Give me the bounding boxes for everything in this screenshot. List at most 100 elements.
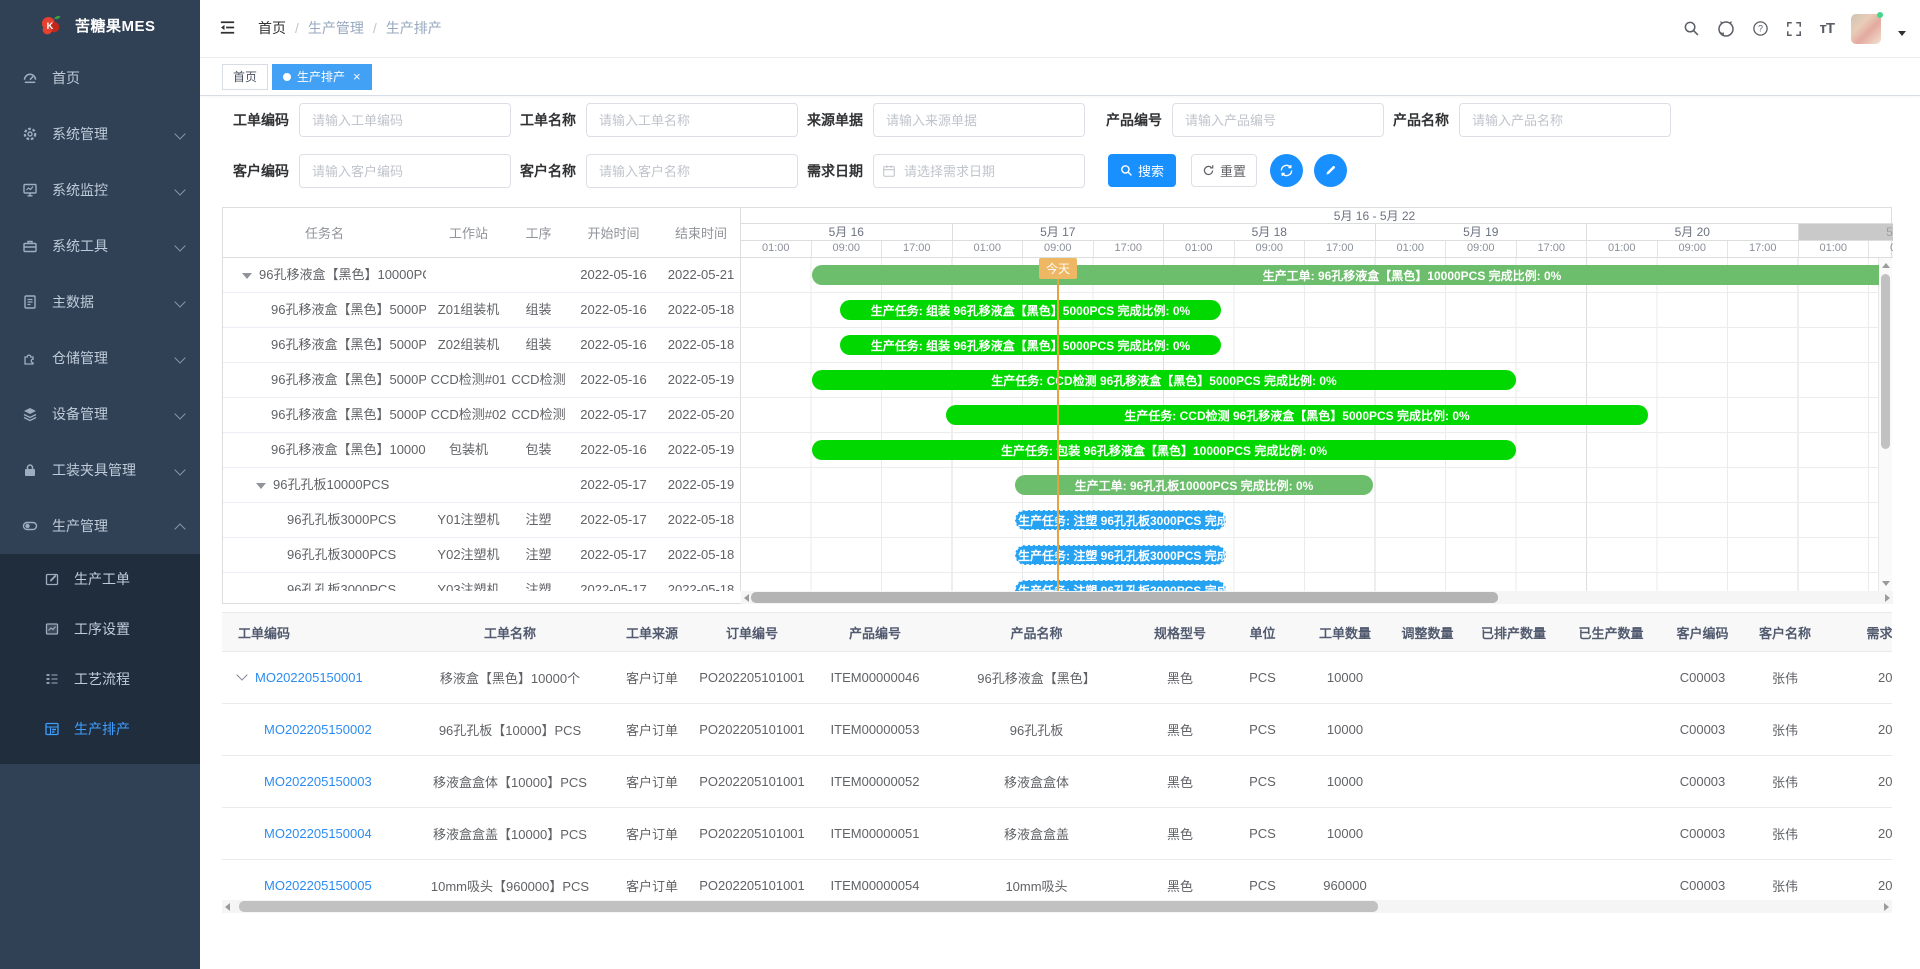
font-size-icon[interactable]: тT (1819, 20, 1834, 37)
task-name: 96孔孔板3000PCS (287, 512, 396, 527)
avatar[interactable] (1851, 14, 1881, 44)
gantt-bar[interactable]: 生产工单: 96孔移液盒【黑色】10000PCS 完成比例: 0% (812, 265, 1879, 285)
gantt-bar[interactable]: 生产任务: 注塑 96孔孔板3000PCS 完成比例: 0% (1015, 580, 1226, 591)
work-order-code-input[interactable] (299, 103, 511, 137)
customer-code-input[interactable] (299, 154, 511, 188)
orders-col-header: 工单来源 (612, 613, 692, 652)
breadcrumb-production[interactable]: 生产管理 (308, 18, 364, 38)
sidebar-item-equipment[interactable]: 设备管理 (0, 386, 200, 442)
start-time-cell: 2022-05-16 (566, 433, 661, 467)
gantt-day-row: 5月 165月 175月 185月 195月 205月 21 (741, 224, 1893, 241)
workstation-cell: Y03注塑机 (426, 573, 511, 591)
gantt-vertical-scrollbar[interactable] (1878, 258, 1892, 591)
filter-label: 来源单据 (807, 110, 865, 130)
search-icon[interactable] (1683, 20, 1700, 37)
table-horizontal-scrollbar[interactable] (222, 900, 1892, 913)
help-icon[interactable]: ? (1752, 20, 1769, 37)
svg-text:K: K (47, 21, 54, 31)
reset-button[interactable]: 重置 (1191, 154, 1257, 187)
scrollbar-thumb[interactable] (239, 901, 1378, 912)
breadcrumb-scheduling[interactable]: 生产排产 (386, 18, 442, 38)
edit-button[interactable] (1314, 154, 1347, 187)
chevron-down-icon (174, 464, 185, 475)
task-name-cell: 96孔孔板10000PCS (223, 468, 426, 502)
scrollbar-thumb[interactable] (1881, 274, 1890, 449)
orders-cell: ITEM00000053 (812, 704, 938, 756)
chevron-down-icon[interactable] (236, 669, 247, 680)
orders-col-header: 订单编号 (692, 613, 812, 652)
gantt-bar[interactable]: 生产任务: 注塑 96孔孔板3000PCS 完成比例: 0% (1015, 510, 1226, 530)
end-time-cell: 2022-05-18 (661, 293, 741, 327)
sidebar-item-master-data[interactable]: 主数据 (0, 274, 200, 330)
customer-name-input[interactable] (586, 154, 798, 188)
gantt-bar[interactable]: 生产任务: CCD检测 96孔移液盒【黑色】5000PCS 完成比例: 0% (946, 405, 1648, 425)
document-icon (22, 294, 38, 310)
sidebar-item-warehouse[interactable]: 仓储管理 (0, 330, 200, 386)
caret-down-icon[interactable] (1898, 31, 1906, 36)
orders-col-header: 客户编码 (1660, 613, 1745, 652)
sidebar-item-work-order[interactable]: 生产工单 (0, 554, 200, 604)
filter-customer-name: 客户名称 (520, 154, 798, 188)
scroll-down-arrow-icon[interactable] (1882, 581, 1890, 586)
work-order-link[interactable]: MO202205150001 (255, 670, 363, 685)
scroll-left-arrow-icon[interactable] (225, 903, 230, 911)
filter-work-order-name: 工单名称 (520, 103, 798, 137)
scrollbar-thumb[interactable] (751, 592, 1498, 603)
collapse-triangle-icon[interactable] (256, 483, 266, 489)
work-order-link[interactable]: MO202205150004 (264, 826, 372, 841)
gantt-bar[interactable]: 生产任务: 注塑 96孔孔板3000PCS 完成比例: 0% (1015, 545, 1226, 565)
svg-text:?: ? (1758, 24, 1763, 34)
orders-cell: 客户订单 (612, 704, 692, 756)
work-order-link[interactable]: MO202205150005 (264, 878, 372, 893)
gantt-day-cell: 5月 19 (1376, 224, 1588, 240)
orders-cell: ITEM00000051 (812, 808, 938, 860)
close-icon[interactable]: × (353, 65, 361, 89)
sidebar-item-system-monitor[interactable]: 系统监控 (0, 162, 200, 218)
scroll-right-arrow-icon[interactable] (1885, 594, 1890, 602)
orders-cell: C00003 (1660, 704, 1745, 756)
refresh-button[interactable] (1270, 154, 1303, 187)
work-order-link[interactable]: MO202205150003 (264, 774, 372, 789)
sidebar-item-home[interactable]: 首页 (0, 50, 200, 106)
orders-cell: 黑色 (1135, 652, 1225, 704)
gantt-task-row: 96孔移液盒【黑色】5000PCSCCD检测#01CCD检测2022-05-16… (223, 363, 741, 398)
orders-cell: 10000 (1300, 756, 1390, 808)
sidebar-item-scheduling[interactable]: 生产排产 (0, 704, 200, 754)
fullscreen-icon[interactable] (1786, 21, 1802, 37)
end-time-cell: 2022-05-18 (661, 538, 741, 572)
menu-label: 主数据 (52, 292, 94, 312)
tab-scheduling[interactable]: 生产排产 × (272, 64, 372, 90)
scroll-right-arrow-icon[interactable] (1884, 903, 1889, 911)
demand-date-input[interactable] (873, 154, 1085, 188)
work-order-name-input[interactable] (586, 103, 798, 137)
github-icon[interactable] (1717, 20, 1735, 38)
scroll-up-arrow-icon[interactable] (1882, 263, 1890, 268)
sidebar-item-process-setting[interactable]: 工序设置 (0, 604, 200, 654)
tab-label: 生产排产 (297, 65, 345, 89)
sidebar-collapse-button[interactable] (218, 18, 237, 42)
work-order-link[interactable]: MO202205150002 (264, 722, 372, 737)
gantt-bar[interactable]: 生产任务: 组装 96孔移液盒【黑色】5000PCS 完成比例: 0% (840, 300, 1221, 320)
task-name: 96孔移液盒【黑色】5000PCS (271, 302, 426, 317)
menu-label: 仓储管理 (52, 348, 108, 368)
table-row: MO202205150004移液盒盒盖【10000】PCS客户订单PO20220… (222, 808, 1892, 860)
scroll-left-arrow-icon[interactable] (744, 594, 749, 602)
collapse-triangle-icon[interactable] (242, 273, 252, 279)
gantt-bar[interactable]: 生产工单: 96孔孔板10000PCS 完成比例: 0% (1015, 475, 1373, 495)
tab-home[interactable]: 首页 (222, 64, 268, 90)
sidebar-item-fixture[interactable]: 工装夹具管理 (0, 442, 200, 498)
search-button[interactable]: 搜索 (1108, 154, 1176, 187)
sidebar-item-process-flow[interactable]: 工艺流程 (0, 654, 200, 704)
gantt-bar[interactable]: 生产任务: CCD检测 96孔移液盒【黑色】5000PCS 完成比例: 0% (812, 370, 1516, 390)
product-code-input[interactable] (1172, 103, 1384, 137)
gantt-bar[interactable]: 生产任务: 包装 96孔移液盒【黑色】10000PCS 完成比例: 0% (812, 440, 1516, 460)
gantt-horizontal-scrollbar[interactable] (741, 591, 1893, 604)
product-name-input[interactable] (1459, 103, 1671, 137)
sidebar-item-system-tools[interactable]: 系统工具 (0, 218, 200, 274)
breadcrumb-home[interactable]: 首页 (258, 18, 286, 38)
sidebar-item-production[interactable]: 生产管理 (0, 498, 200, 554)
sidebar-item-system-mgmt[interactable]: 系统管理 (0, 106, 200, 162)
filter-label: 客户名称 (520, 161, 578, 181)
gantt-bar[interactable]: 生产任务: 组装 96孔移液盒【黑色】5000PCS 完成比例: 0% (840, 335, 1221, 355)
source-doc-input[interactable] (873, 103, 1085, 137)
